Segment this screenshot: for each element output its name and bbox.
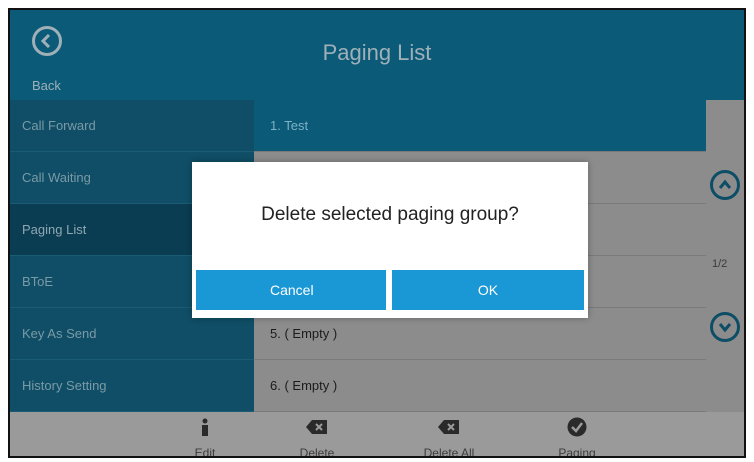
delete-softkey[interactable]: Delete [272, 414, 362, 458]
softkey-bar: Edit Delete Delete All Paging [10, 412, 744, 458]
header-bar: Back Paging List [10, 10, 744, 100]
check-circle-icon [567, 417, 587, 437]
dialog-message: Delete selected paging group? [261, 204, 519, 225]
page-title: Paging List [322, 40, 432, 65]
sidebar-item-history-setting[interactable]: History Setting [10, 360, 254, 412]
cancel-button[interactable]: Cancel [196, 270, 386, 310]
list-item[interactable]: 6. ( Empty ) [254, 360, 706, 412]
page-up-button[interactable] [710, 170, 740, 200]
delete-all-label: Delete All [423, 446, 475, 458]
ok-button[interactable]: OK [392, 270, 584, 310]
confirm-dialog: Delete selected paging group? Cancel OK [192, 162, 588, 318]
paging-softkey[interactable]: Paging [532, 414, 622, 458]
paging-label: Paging [558, 446, 596, 458]
edit-label: Edit [194, 446, 216, 458]
page-down-button[interactable] [710, 312, 740, 342]
chevron-up-icon [718, 179, 732, 189]
page-indicator: 1/2 [712, 258, 728, 270]
backspace-icon [438, 420, 459, 434]
phone-screen: Back Paging List Call Forward Call Waiti… [8, 8, 746, 458]
info-icon [202, 418, 208, 436]
backspace-icon [306, 420, 327, 434]
list-item[interactable]: 1. Test [254, 100, 706, 152]
chevron-down-icon [718, 323, 732, 333]
sidebar-item-call-forward[interactable]: Call Forward [10, 100, 254, 152]
delete-label: Delete [299, 446, 335, 458]
delete-all-softkey[interactable]: Delete All [404, 414, 494, 458]
pager: 1/2 [704, 100, 744, 412]
back-label: Back [32, 78, 61, 93]
edit-softkey[interactable]: Edit [160, 414, 250, 458]
